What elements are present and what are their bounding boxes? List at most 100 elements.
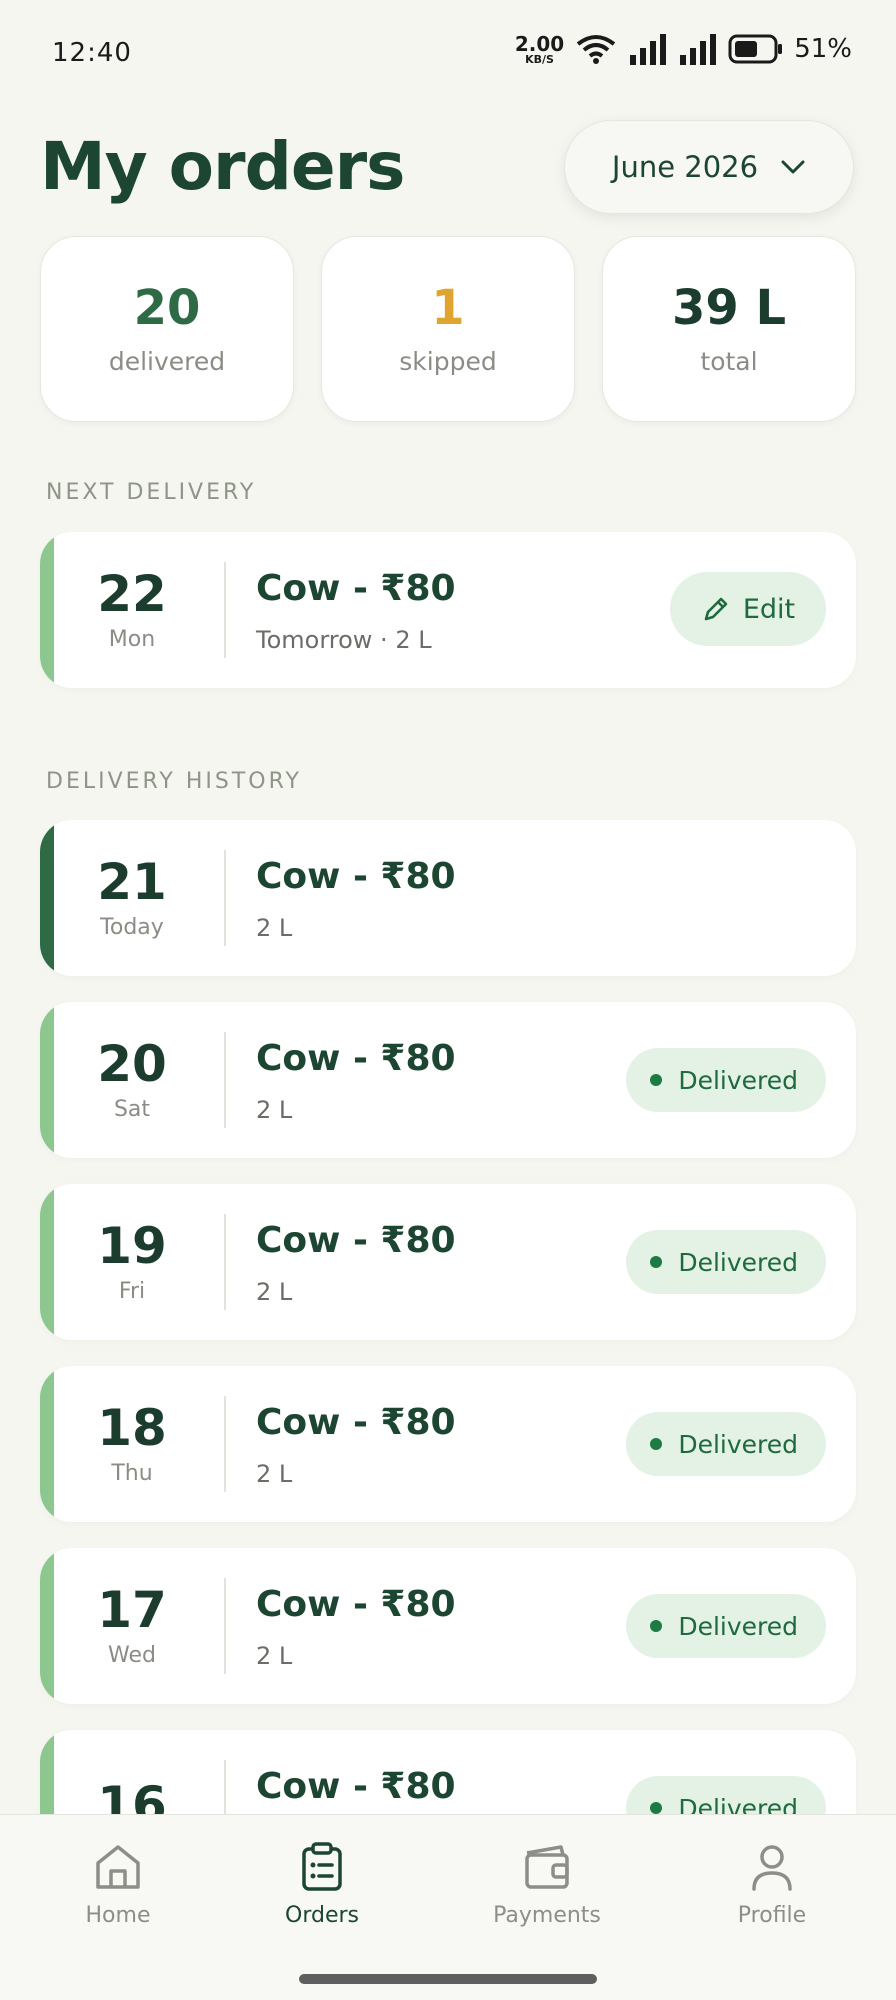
order-title: Cow - ₹80 [256,856,456,897]
date-number: 18 [97,1399,167,1458]
status-dot [650,1074,663,1086]
history-row[interactable]: 19 Fri Cow - ₹80 2 L Delivered [40,1184,856,1340]
order-subtitle: 2 L [256,1642,293,1670]
month-label: June 2026 [611,150,759,184]
stat-delivered: 20 delivered [40,236,294,422]
order-title: Cow - ₹80 [256,568,456,609]
date-day: Fri [118,1278,146,1304]
status-badge: Delivered [626,1230,826,1294]
history-row[interactable]: 18 Thu Cow - ₹80 2 L Delivered [40,1366,856,1522]
nav-label: Payments [493,1903,601,1928]
status-dot [650,1802,663,1814]
pencil-icon [704,597,728,621]
status-dot [650,1256,663,1268]
divider [224,1214,226,1310]
card-accent [40,1548,54,1704]
bottom-nav: Home Orders Payments Profile [0,1814,896,2000]
next-delivery-card[interactable]: 22 Mon Cow - ₹80 Tomorrow · 2 L Edit [40,532,856,688]
card-accent [40,820,54,976]
status-badge: Delivered [626,1412,826,1476]
history-row[interactable]: 20 Sat Cow - ₹80 2 L Delivered [40,1002,856,1158]
profile-icon [752,1845,792,1891]
network-speed-value: 2.00 [514,31,565,56]
stat-value: 39 L [671,280,787,337]
wallet-icon [525,1845,569,1889]
month-picker[interactable]: June 2026 [564,120,854,214]
stat-label: total [700,346,758,376]
date-day: Sat [113,1096,151,1122]
divider [224,1032,226,1128]
section-label-next-delivery: NEXT DELIVERY [46,480,257,505]
order-subtitle: 2 L [256,914,293,942]
date-number: 21 [97,853,167,912]
chevron-down-icon [781,160,805,174]
date-column: 22 Mon [54,532,210,688]
date-number: 17 [97,1581,167,1640]
status-dot [650,1438,663,1450]
order-subtitle: 2 L [256,1278,293,1306]
stat-skipped: 1 skipped [321,236,575,422]
stat-label: delivered [108,346,226,376]
status-label: Delivered [678,1429,798,1459]
section-label-delivery-history: DELIVERY HISTORY [46,769,302,794]
nav-item-home[interactable]: Home [38,1841,198,1928]
divider [224,1396,226,1492]
date-day: Thu [111,1460,153,1486]
battery-icon [728,34,783,64]
order-title: Cow - ₹80 [256,1220,456,1261]
date-day: Wed [108,1642,156,1668]
status-label: Delivered [678,1247,798,1277]
date-column: 21 Today [54,820,210,976]
home-indicator[interactable] [299,1974,597,1984]
date-day: Today [100,914,164,940]
status-badge: Delivered [626,1594,826,1658]
nav-item-payments[interactable]: Payments [467,1841,627,1928]
status-badge: Delivered [626,1048,826,1112]
stat-label: skipped [399,346,497,376]
date-number: 22 [97,565,167,624]
order-title: Cow - ₹80 [256,1038,456,1079]
order-subtitle: Tomorrow · 2 L [256,626,432,654]
date-column: 17 Wed [54,1548,210,1704]
nav-label: Home [85,1903,151,1928]
date-column: 20 Sat [54,1002,210,1158]
battery-percent: 51% [794,34,852,64]
nav-label: Orders [285,1903,359,1928]
order-title: Cow - ₹80 [256,1584,456,1625]
stat-value: 20 [133,280,201,337]
status-bar: 12:40 2.00 KB/S 51% [0,0,896,104]
page-title: My orders [40,128,405,205]
card-accent [40,532,54,688]
wifi-icon [576,35,616,64]
status-label: Delivered [678,1065,798,1095]
date-column: 18 Thu [54,1366,210,1522]
history-row[interactable]: 21 Today Cow - ₹80 2 L [40,820,856,976]
date-number: 19 [97,1217,167,1276]
nav-item-orders[interactable]: Orders [242,1841,402,1928]
status-label: Delivered [678,1611,798,1641]
home-icon [96,1845,140,1889]
nav-item-profile[interactable]: Profile [692,1841,852,1928]
signal-icon [630,34,667,65]
orders-icon [302,1842,342,1891]
card-accent [40,1002,54,1158]
status-icons: 2.00 KB/S 51% [515,32,852,66]
network-speed: 2.00 KB/S [515,34,564,65]
history-row[interactable]: 17 Wed Cow - ₹80 2 L Delivered [40,1548,856,1704]
edit-button[interactable]: Edit [670,572,826,646]
order-subtitle: 2 L [256,1096,293,1124]
divider [224,562,226,658]
stat-value: 1 [431,280,465,337]
card-accent [40,1184,54,1340]
divider [224,1578,226,1674]
card-accent [40,1366,54,1522]
status-dot [650,1620,663,1632]
date-number: 20 [97,1035,167,1094]
order-title: Cow - ₹80 [256,1766,456,1807]
edit-label: Edit [742,593,796,625]
date-column: 19 Fri [54,1184,210,1340]
status-time: 12:40 [52,38,132,68]
stat-total: 39 L total [602,236,856,422]
order-subtitle: 2 L [256,1460,293,1488]
order-title: Cow - ₹80 [256,1402,456,1443]
